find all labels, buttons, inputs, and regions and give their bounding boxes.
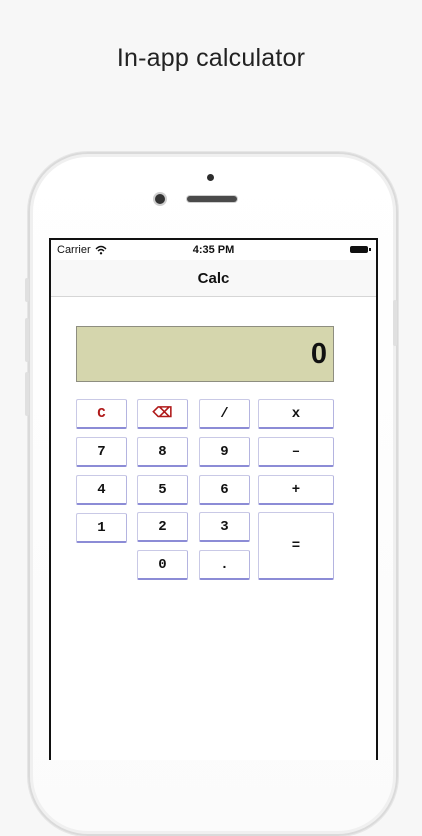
calculator-display: 0 — [76, 326, 334, 382]
front-camera-icon — [155, 194, 165, 204]
digit-4-button[interactable]: 4 — [76, 475, 127, 505]
mute-switch — [25, 278, 29, 302]
nav-title: Calc — [197, 270, 230, 287]
status-time: 4:35 PM — [192, 244, 235, 256]
subtract-button[interactable]: – — [258, 437, 334, 467]
power-button — [393, 300, 397, 346]
volume-up-button — [25, 318, 29, 362]
phone-screen: Carrier 4:35 PM Calc 0 C ⌫ / x 7 8 9 – 4… — [49, 238, 378, 760]
battery-icon — [350, 246, 371, 253]
caption: In-app calculator — [116, 44, 306, 72]
backspace-button[interactable]: ⌫ — [137, 399, 188, 429]
digit-8-button[interactable]: 8 — [137, 437, 188, 467]
digit-2-button[interactable]: 2 — [137, 512, 188, 542]
digit-7-button[interactable]: 7 — [76, 437, 127, 467]
digit-3-button[interactable]: 3 — [199, 512, 250, 542]
divide-button[interactable]: / — [199, 399, 250, 429]
digit-9-button[interactable]: 9 — [199, 437, 250, 467]
digit-1-button[interactable]: 1 — [76, 513, 127, 543]
add-button[interactable]: + — [258, 475, 334, 505]
navigation-bar: Calc — [51, 260, 376, 297]
digit-6-button[interactable]: 6 — [199, 475, 250, 505]
earpiece-speaker — [187, 196, 237, 202]
decimal-button[interactable]: . — [199, 550, 250, 580]
status-bar: Carrier 4:35 PM — [51, 240, 376, 260]
volume-down-button — [25, 372, 29, 416]
clear-button[interactable]: C — [76, 399, 127, 429]
proximity-sensor — [207, 174, 214, 181]
multiply-button[interactable]: x — [258, 399, 334, 429]
display-value: 0 — [310, 338, 327, 370]
digit-5-button[interactable]: 5 — [137, 475, 188, 505]
digit-0-button[interactable]: 0 — [137, 550, 188, 580]
equals-button[interactable]: = — [258, 512, 334, 580]
